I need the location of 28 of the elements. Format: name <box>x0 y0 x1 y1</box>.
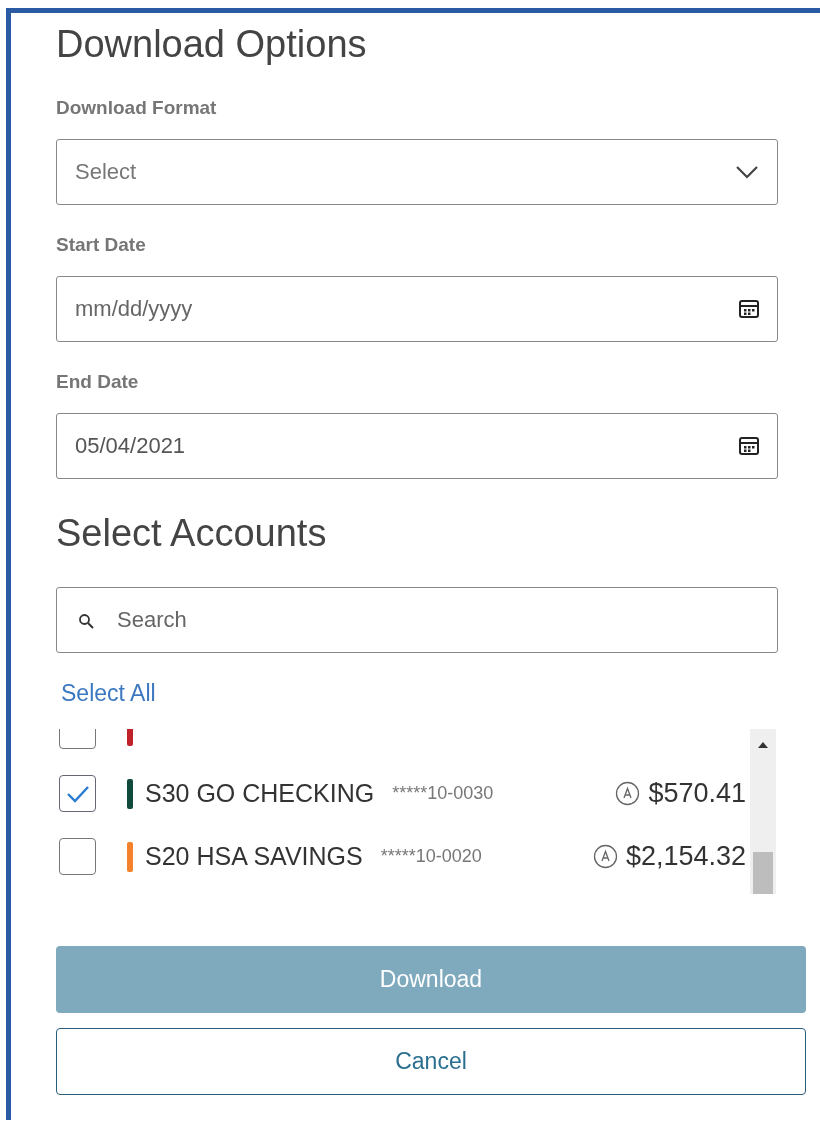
cancel-button[interactable]: Cancel <box>56 1028 806 1095</box>
field-label: End Date <box>56 372 140 392</box>
circled-a-icon <box>615 781 641 806</box>
field-label: Download Format <box>56 98 218 118</box>
field-label: Start Date <box>56 235 147 255</box>
account-number: *****10-0020 <box>380 846 482 867</box>
start-date-field[interactable]: mm/dd/yyyy <box>56 276 778 342</box>
account-balance: $2,154.32 <box>625 841 746 872</box>
search-field[interactable]: Search <box>56 587 778 653</box>
account-checkbox[interactable] <box>59 838 96 875</box>
scrollbar-thumb[interactable] <box>753 852 773 894</box>
account-balance: $570.41 <box>648 778 746 809</box>
section-title: Select Accounts <box>56 511 328 556</box>
scrollbar[interactable] <box>750 729 776 894</box>
circled-a-icon <box>592 844 618 869</box>
dialog-title: Download Options <box>56 22 368 67</box>
account-name: S20 HSA SAVINGS <box>145 842 363 871</box>
account-number: *****10-0030 <box>392 783 494 804</box>
format-select[interactable]: Select <box>56 139 778 205</box>
calendar-icon[interactable] <box>738 435 760 457</box>
search-icon <box>78 613 94 629</box>
calendar-icon[interactable] <box>738 298 760 320</box>
end-date-field[interactable]: 05/04/2021 <box>56 413 778 479</box>
select-all-link[interactable]: Select All <box>61 680 156 707</box>
chevron-down-icon <box>735 165 759 179</box>
up-arrow-icon[interactable] <box>757 741 769 749</box>
account-checkbox[interactable] <box>59 775 96 812</box>
account-name: S30 GO CHECKING <box>145 779 375 808</box>
